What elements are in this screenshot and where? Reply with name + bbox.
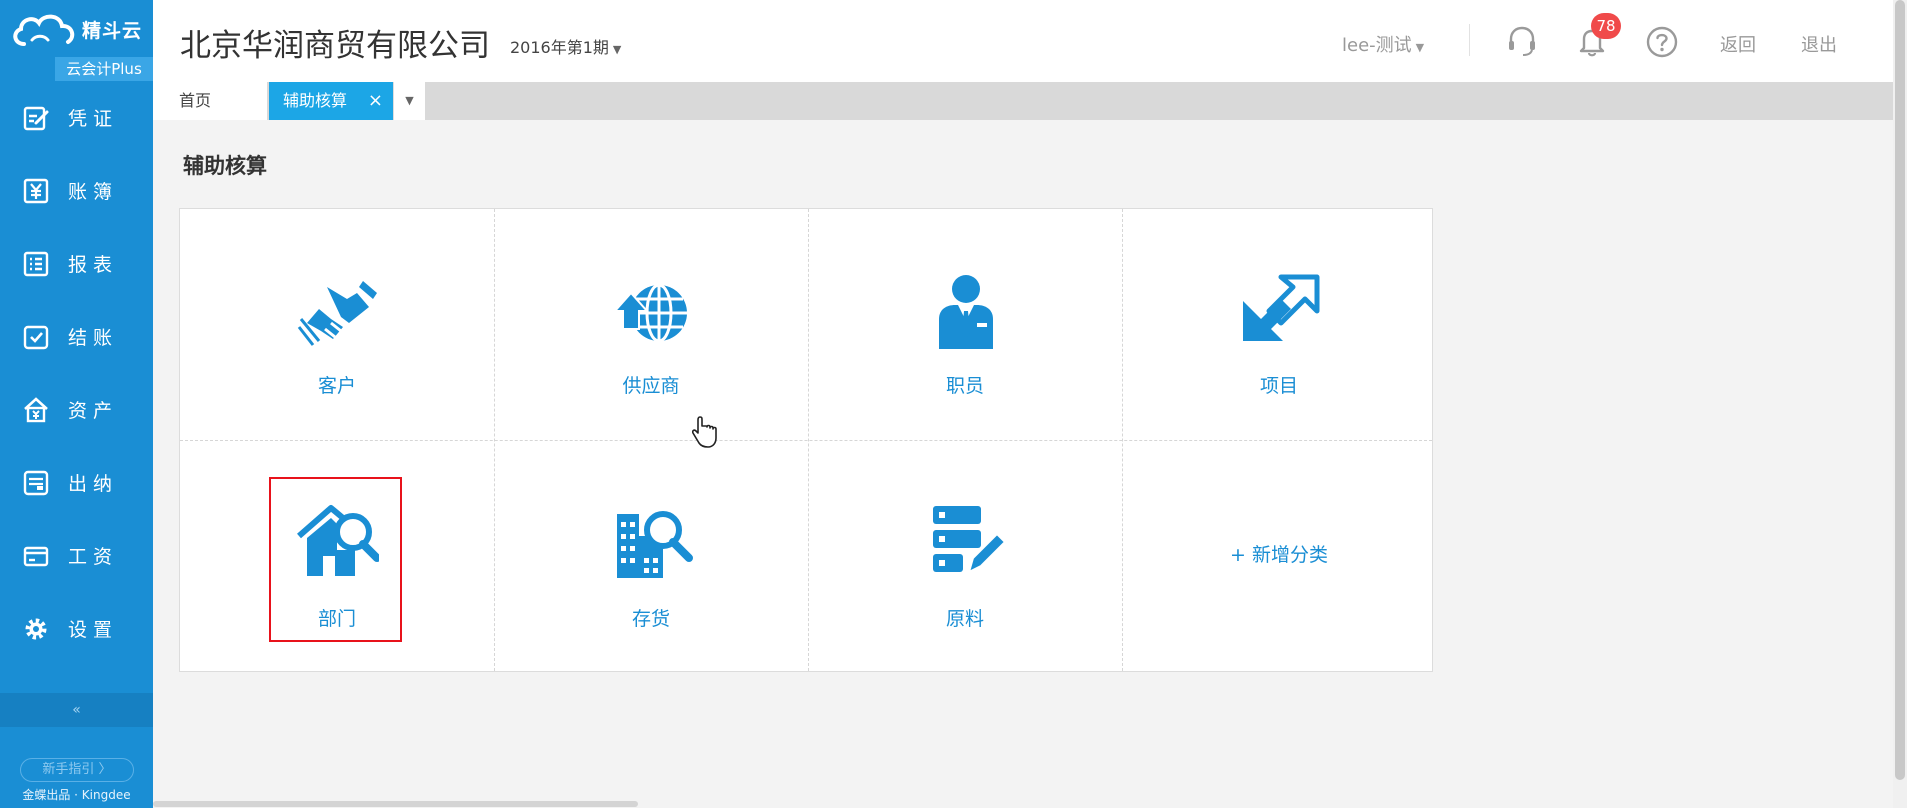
- globe-icon: [612, 283, 687, 343]
- user-menu[interactable]: lee-测试 ▼: [1342, 31, 1424, 57]
- list-edit-icon: [933, 506, 1007, 574]
- sidebar-item-label: 设置: [68, 619, 119, 641]
- category-label: 原料: [945, 608, 984, 630]
- tab-home[interactable]: 首页: [153, 82, 267, 120]
- back-link[interactable]: 返回: [1720, 31, 1756, 57]
- logout-link[interactable]: 退出: [1801, 31, 1837, 57]
- category-label: 职员: [945, 375, 984, 397]
- gear-icon: [25, 618, 47, 639]
- logo[interactable]: 精斗云 云会计Plus: [0, 0, 153, 81]
- category-label: 客户: [317, 375, 356, 397]
- category-customer[interactable]: 客户: [180, 209, 494, 440]
- sidebar-item-cashier[interactable]: 出纳: [0, 446, 153, 519]
- report-icon: [23, 251, 49, 276]
- building-search-icon: [617, 511, 693, 578]
- category-material[interactable]: 原料: [808, 440, 1122, 671]
- close-icon[interactable]: ×: [368, 82, 383, 120]
- tab-label: 辅助核算: [283, 91, 348, 110]
- staff-icon: [939, 275, 993, 349]
- category-inventory[interactable]: 存货: [494, 440, 808, 671]
- handshake-icon: [297, 281, 377, 346]
- category-supplier[interactable]: 供应商: [494, 209, 808, 440]
- tab-label: 首页: [179, 91, 212, 110]
- new-user-guide-button[interactable]: 新手指引 〉: [20, 758, 134, 782]
- sidebar-item-voucher[interactable]: 凭证: [0, 81, 153, 154]
- tab-auxiliary-accounting[interactable]: 辅助核算 ×: [269, 82, 393, 120]
- period-selector[interactable]: 2016年第1期 ▼: [510, 34, 621, 58]
- sidebar-item-label: 结账: [68, 327, 119, 349]
- sidebar-item-label: 凭证: [68, 108, 119, 130]
- arrows-icon: [1243, 274, 1320, 341]
- cloud-logo-icon: [13, 14, 75, 46]
- add-category-button[interactable]: + 新增分类: [1122, 440, 1436, 671]
- sidebar-item-label: 出纳: [68, 473, 119, 495]
- sidebar-item-checkout[interactable]: 结账: [0, 300, 153, 373]
- brand-footer: 金蝶出品 · Kingdee: [22, 788, 131, 802]
- category-staff[interactable]: 职员: [808, 209, 1122, 440]
- sidebar-item-payroll[interactable]: 工资: [0, 519, 153, 592]
- headset-icon[interactable]: [1505, 24, 1539, 58]
- logo-text: 精斗云: [82, 20, 143, 42]
- period-label: 2016年第1期: [510, 38, 609, 57]
- vertical-scrollbar[interactable]: [1893, 0, 1907, 808]
- tab-more-dropdown[interactable]: ▼: [393, 82, 425, 120]
- header: 北京华润商贸有限公司 2016年第1期 ▼ lee-测试 ▼ 78 返回 退出: [153, 0, 1907, 82]
- sidebar-item-label: 账簿: [68, 181, 119, 203]
- category-label: 存货: [631, 608, 670, 630]
- voucher-icon: [23, 106, 49, 130]
- user-name: lee-测试: [1342, 35, 1412, 56]
- sidebar-item-report[interactable]: 报表: [0, 227, 153, 300]
- sidebar-nav: 凭证 账簿 报表 结账 资产 出纳 工资 设置: [0, 81, 153, 665]
- asset-icon: [24, 396, 48, 422]
- product-badge: 云会计Plus: [55, 57, 153, 81]
- category-grid: 客户 供应商 职员 项目 部门 存货 原料 + 新增分类: [179, 208, 1433, 672]
- sidebar-collapse-button[interactable]: «: [0, 693, 153, 727]
- sidebar-item-asset[interactable]: 资产: [0, 373, 153, 446]
- sidebar-item-ledger[interactable]: 账簿: [0, 154, 153, 227]
- add-category-label: + 新增分类: [1230, 544, 1328, 566]
- category-label: 供应商: [622, 375, 680, 397]
- hand-cursor-icon: [692, 416, 717, 448]
- category-department[interactable]: 部门: [180, 440, 494, 671]
- caret-down-icon: ▼: [612, 43, 622, 56]
- scroll-thumb[interactable]: [1895, 0, 1905, 780]
- category-label: 项目: [1259, 375, 1298, 397]
- sidebar-item-label: 工资: [68, 546, 119, 568]
- caret-down-icon: ▼: [1415, 41, 1425, 54]
- tab-bar: 首页 辅助核算 × ▼: [153, 82, 1893, 120]
- page-title: 辅助核算: [183, 154, 267, 178]
- scroll-thumb[interactable]: [153, 801, 638, 807]
- horizontal-scrollbar[interactable]: [153, 800, 1893, 808]
- cashier-icon: [23, 470, 49, 495]
- category-label: 部门: [317, 608, 356, 630]
- ledger-icon: [23, 178, 49, 203]
- sidebar-item-settings[interactable]: 设置: [0, 592, 153, 665]
- sidebar-item-label: 资产: [68, 400, 119, 422]
- category-project[interactable]: 项目: [1122, 209, 1436, 440]
- house-search-icon: [297, 505, 379, 576]
- sidebar: 精斗云 云会计Plus 凭证 账簿 报表 结账 资产 出纳 工资 设置 « 新手…: [0, 0, 153, 808]
- company-name: 北京华润商贸有限公司: [180, 28, 490, 64]
- checkout-icon: [23, 325, 49, 349]
- help-icon[interactable]: [1645, 25, 1679, 59]
- payroll-icon: [23, 546, 49, 566]
- sidebar-item-label: 报表: [68, 254, 119, 276]
- notification-badge: 78: [1591, 13, 1621, 39]
- header-divider: [1469, 24, 1470, 56]
